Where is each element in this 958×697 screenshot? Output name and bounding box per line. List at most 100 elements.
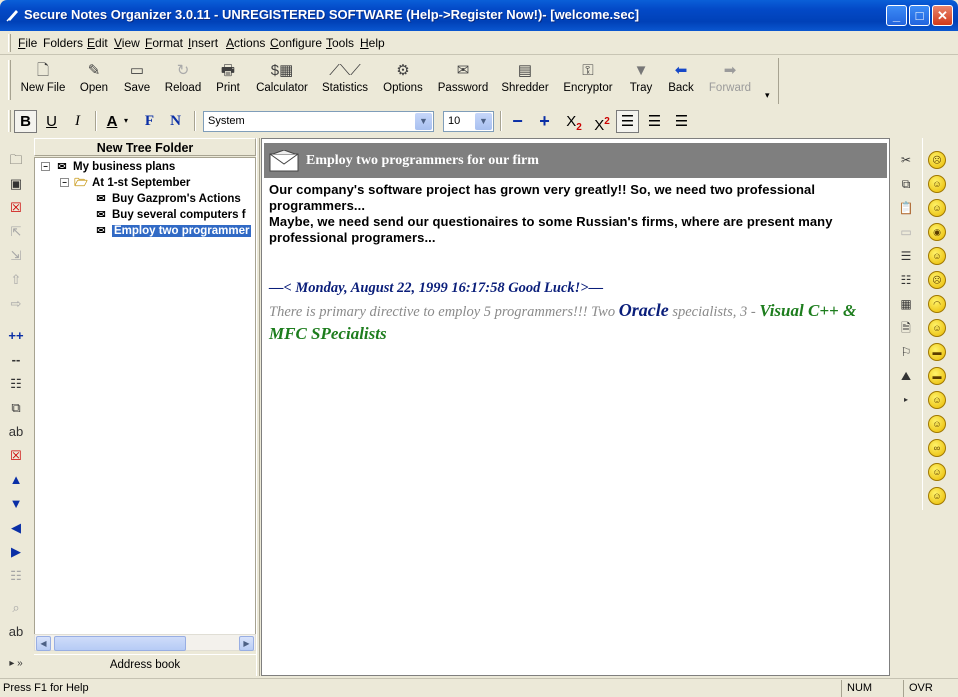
back-button[interactable]: ⬅ Back xyxy=(666,60,696,102)
delete-note-icon[interactable]: ☒ xyxy=(6,446,26,466)
arrow-up-icon[interactable]: ▲ xyxy=(6,470,26,490)
address-book-button[interactable]: Address book xyxy=(34,654,256,674)
tree-list-icon[interactable]: ☷ xyxy=(6,374,26,394)
copy-note-icon[interactable]: ⧉ xyxy=(6,398,26,418)
menu-file[interactable]: File xyxy=(18,36,37,50)
indent-icon[interactable]: ☰ xyxy=(895,246,917,266)
underline-button[interactable]: U xyxy=(40,110,63,133)
delete-folder-icon[interactable]: ☒ xyxy=(6,198,26,218)
calculator-button[interactable]: $▦ Calculator xyxy=(254,60,310,102)
chevron-down-icon[interactable]: ▼ xyxy=(475,113,492,130)
arrow-right-icon[interactable]: ▶ xyxy=(6,542,26,562)
smiley-icon[interactable]: ☹ xyxy=(928,271,946,289)
smiley-icon[interactable]: ☺ xyxy=(928,319,946,337)
move-right-icon[interactable]: ⇨ xyxy=(6,294,26,314)
tray-button[interactable]: ▼ Tray xyxy=(626,60,656,102)
label-icon[interactable]: ab xyxy=(6,622,26,642)
note-content[interactable]: Our company's software project has grown… xyxy=(269,182,881,346)
insert-file-icon[interactable]: 🗎 xyxy=(895,318,917,338)
encryptor-button[interactable]: ⚿ Encryptor xyxy=(562,60,614,102)
chevron-down-icon[interactable]: ▸ » xyxy=(6,654,26,674)
move-up-folder-icon[interactable]: ⇱ xyxy=(6,222,26,242)
insert-object-icon[interactable]: ⚐ xyxy=(895,342,917,362)
menu-edit[interactable]: Edit xyxy=(87,36,108,50)
menu-format[interactable]: Format xyxy=(145,36,183,50)
collapse-icon[interactable]: − xyxy=(41,162,50,172)
shredder-button[interactable]: ▤ Shredder xyxy=(500,60,550,102)
menu-view[interactable]: View xyxy=(114,36,140,50)
insert-image-icon[interactable]: ⛰ xyxy=(895,366,917,386)
align-right-button[interactable]: ☰ xyxy=(670,110,693,133)
copy-icon[interactable]: ⧉ xyxy=(895,174,917,194)
smiley-icon[interactable]: ∞ xyxy=(928,439,946,457)
bold-button[interactable]: B xyxy=(14,110,37,133)
n-button[interactable]: N xyxy=(164,110,187,133)
smiley-icon[interactable]: ☺ xyxy=(928,199,946,217)
tree-node[interactable]: − ✉ My business plans xyxy=(41,159,175,175)
scroll-thumb[interactable] xyxy=(54,636,186,651)
menu-actions[interactable]: Actions xyxy=(226,36,265,50)
smiley-icon[interactable]: ▬ xyxy=(928,367,946,385)
smiley-icon[interactable]: ☺ xyxy=(928,247,946,265)
password-button[interactable]: ✉ Password xyxy=(436,60,490,102)
scroll-right-icon[interactable]: ▶ xyxy=(239,636,254,651)
note-editor[interactable]: Employ two programmers for our firm Our … xyxy=(261,138,890,676)
collapse-icon[interactable]: − xyxy=(60,178,69,188)
italic-button[interactable]: I xyxy=(66,110,89,133)
toolbar-overflow-icon[interactable]: ▾ xyxy=(765,90,770,101)
smiley-icon[interactable]: ☺ xyxy=(928,391,946,409)
forward-button[interactable]: ➡ Forward xyxy=(706,60,754,102)
smiley-icon[interactable]: ◉ xyxy=(928,223,946,241)
smiley-icon[interactable]: ☺ xyxy=(928,463,946,481)
menu-help[interactable]: Help xyxy=(360,36,385,50)
folder-props-icon[interactable]: ▣ xyxy=(6,174,26,194)
more-tools-icon[interactable]: ▸ xyxy=(895,390,917,410)
search-icon[interactable]: ⌕ xyxy=(6,598,26,618)
collapse-all-icon[interactable]: -- xyxy=(6,350,26,370)
panel-splitter[interactable] xyxy=(256,138,260,676)
new-folder-icon[interactable]: 🗀 xyxy=(6,150,26,170)
arrow-left-icon[interactable]: ◀ xyxy=(6,518,26,538)
smiley-icon[interactable]: ▬ xyxy=(928,343,946,361)
decrease-size-button[interactable]: − xyxy=(506,110,529,133)
smiley-icon[interactable]: ☺ xyxy=(928,415,946,433)
menu-tools[interactable]: Tools xyxy=(326,36,354,50)
minimize-button[interactable]: _ xyxy=(886,5,907,26)
move-left-icon[interactable]: ⇧ xyxy=(6,270,26,290)
tree-node[interactable]: − 🗁 At 1-st September xyxy=(60,175,190,191)
chevron-down-icon[interactable]: ▼ xyxy=(415,113,432,130)
maximize-button[interactable]: □ xyxy=(909,5,930,26)
font-size-select[interactable]: 10 ▼ xyxy=(443,111,494,132)
align-center-button[interactable]: ☰ xyxy=(643,110,666,133)
open-button[interactable]: ✎ Open xyxy=(76,60,112,102)
increase-size-button[interactable]: + xyxy=(533,110,556,133)
font-color-dropdown-icon[interactable]: ▾ xyxy=(124,116,128,125)
smiley-icon[interactable]: ◠ xyxy=(928,295,946,313)
note-list-icon[interactable]: ☷ xyxy=(6,566,26,586)
align-left-button[interactable]: ☰ xyxy=(616,110,639,133)
save-button[interactable]: ▭ Save xyxy=(120,60,154,102)
smiley-icon[interactable]: ☹ xyxy=(928,151,946,169)
tree-node-selected[interactable]: ✉ Employ two programmer xyxy=(93,223,252,239)
horizontal-scrollbar[interactable]: ◀ ▶ xyxy=(34,634,256,651)
superscript-button[interactable]: X2 xyxy=(589,110,615,134)
smiley-icon[interactable]: ☺ xyxy=(928,487,946,505)
print-button[interactable]: 🖶 Print xyxy=(212,60,244,102)
menu-folders[interactable]: Folders xyxy=(43,36,83,50)
undo-icon[interactable]: ▭ xyxy=(895,222,917,242)
font-name-select[interactable]: System ▼ xyxy=(203,111,434,132)
smiley-icon[interactable]: ☺ xyxy=(928,175,946,193)
move-down-folder-icon[interactable]: ⇲ xyxy=(6,246,26,266)
menu-insert[interactable]: Insert xyxy=(188,36,218,50)
tree-node[interactable]: ✉ Buy Gazprom's Actions xyxy=(93,191,240,207)
f-button[interactable]: F xyxy=(138,110,161,133)
scroll-left-icon[interactable]: ◀ xyxy=(36,636,51,651)
font-color-button[interactable]: A xyxy=(102,110,122,133)
expand-all-icon[interactable]: ++ xyxy=(6,326,26,346)
rename-icon[interactable]: ab xyxy=(6,422,26,442)
tree-node[interactable]: ✉ Buy several computers f xyxy=(93,207,245,223)
tree-view[interactable]: − ✉ My business plans − 🗁 At 1-st September … xyxy=(34,157,256,635)
options-button[interactable]: ⚙ Options xyxy=(381,60,425,102)
paste-icon[interactable]: 📋 xyxy=(895,198,917,218)
arrow-down-icon[interactable]: ▼ xyxy=(6,494,26,514)
